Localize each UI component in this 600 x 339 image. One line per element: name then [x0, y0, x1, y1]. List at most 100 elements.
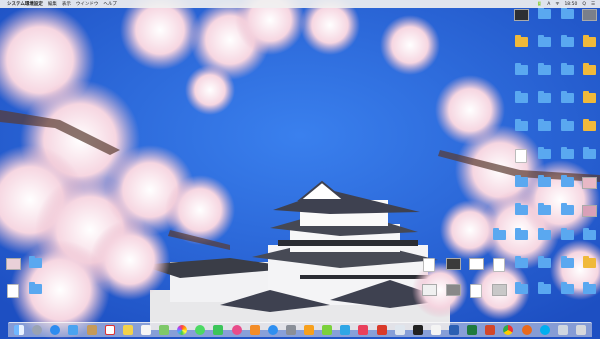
ibooks-icon[interactable]: [249, 325, 260, 335]
notification-center-icon[interactable]: ☰: [591, 2, 595, 7]
itunes-icon[interactable]: [231, 325, 242, 335]
desktop-item[interactable]: [490, 284, 508, 306]
chrome-icon[interactable]: [503, 325, 514, 335]
desktop-item[interactable]: [580, 177, 598, 199]
dreamweaver-icon[interactable]: [322, 325, 333, 335]
desktop-folder[interactable]: [580, 91, 598, 115]
desktop-document[interactable]: [4, 284, 22, 306]
trash-icon[interactable]: [575, 325, 586, 335]
desktop-folder[interactable]: [512, 203, 530, 227]
desktop-folder[interactable]: [535, 228, 553, 252]
desktop-item[interactable]: [4, 258, 22, 280]
maps-icon[interactable]: [159, 325, 170, 335]
contacts-icon[interactable]: [86, 325, 97, 335]
desktop-folder[interactable]: [512, 63, 530, 87]
app-store-icon[interactable]: [267, 325, 278, 335]
desktop-folder[interactable]: [535, 256, 553, 280]
desktop-item[interactable]: [467, 258, 485, 280]
desktop-folder[interactable]: [558, 63, 576, 87]
desktop-document[interactable]: [467, 284, 485, 306]
mail-icon[interactable]: [68, 325, 79, 335]
desktop-folder[interactable]: [512, 256, 530, 280]
desktop-folder[interactable]: [535, 119, 553, 143]
calendar-icon[interactable]: [104, 325, 115, 335]
facetime-icon[interactable]: [213, 325, 224, 335]
desktop-folder[interactable]: [558, 228, 576, 252]
battery-icon[interactable]: 🔋: [537, 2, 543, 7]
desktop-folder[interactable]: [580, 282, 598, 306]
desktop-folder[interactable]: [512, 91, 530, 115]
desktop-folder[interactable]: [26, 282, 44, 306]
desktop-folder[interactable]: [558, 7, 576, 31]
desktop-item[interactable]: [512, 9, 530, 31]
desktop-folder[interactable]: [535, 91, 553, 115]
desktop-document[interactable]: [512, 149, 530, 171]
desktop-folder[interactable]: [512, 282, 530, 306]
desktop-folder[interactable]: [580, 147, 598, 171]
desktop-folder[interactable]: [558, 91, 576, 115]
terminal-icon[interactable]: [412, 325, 423, 335]
desktop-folder[interactable]: [26, 256, 44, 280]
desktop-folder[interactable]: [490, 228, 508, 252]
desktop-folder[interactable]: [512, 228, 530, 252]
excel-icon[interactable]: [467, 325, 478, 335]
desktop-folder[interactable]: [535, 175, 553, 199]
desktop-item[interactable]: [444, 258, 462, 280]
desktop-folder[interactable]: [558, 175, 576, 199]
desktop-folder[interactable]: [558, 256, 576, 280]
reminders-icon[interactable]: [140, 325, 151, 335]
desktop-folder[interactable]: [558, 203, 576, 227]
desktop-folder[interactable]: [558, 147, 576, 171]
menu-window[interactable]: ウインドウ: [76, 1, 99, 7]
indesign-icon[interactable]: [358, 325, 369, 335]
safari-icon[interactable]: [50, 325, 61, 335]
desktop-folder[interactable]: [535, 63, 553, 87]
desktop-folder[interactable]: [535, 203, 553, 227]
preview-icon[interactable]: [394, 325, 405, 335]
launchpad-icon[interactable]: [32, 325, 43, 335]
desktop-folder[interactable]: [512, 119, 530, 143]
desktop-folder[interactable]: [558, 282, 576, 306]
desktop-folder[interactable]: [512, 175, 530, 199]
messages-icon[interactable]: [195, 325, 206, 335]
desktop-item[interactable]: [580, 205, 598, 227]
photoshop-icon[interactable]: [340, 325, 351, 335]
desktop-folder[interactable]: [512, 35, 530, 59]
system-preferences-icon[interactable]: [285, 325, 296, 335]
menu-app-name[interactable]: システム環境設定: [7, 1, 43, 7]
desktop-folder[interactable]: [580, 256, 598, 280]
spotlight-icon[interactable]: Q: [582, 2, 586, 7]
skype-icon[interactable]: [539, 325, 550, 335]
notes-icon[interactable]: [122, 325, 133, 335]
desktop-folder[interactable]: [558, 35, 576, 59]
word-icon[interactable]: [449, 325, 460, 335]
illustrator-icon[interactable]: [304, 325, 315, 335]
desktop-folder[interactable]: [580, 63, 598, 87]
desktop-folder[interactable]: [535, 7, 553, 31]
desktop-document[interactable]: [490, 258, 508, 280]
desktop-item[interactable]: [580, 9, 598, 31]
desktop-folder[interactable]: [535, 35, 553, 59]
menu-edit[interactable]: 編集: [48, 1, 57, 7]
textedit-icon[interactable]: [430, 325, 441, 335]
desktop-item[interactable]: [444, 284, 462, 306]
acrobat-icon[interactable]: [376, 325, 387, 335]
powerpoint-icon[interactable]: [485, 325, 496, 335]
finder-icon[interactable]: [14, 325, 25, 335]
wifi-icon[interactable]: ᯤ: [555, 1, 559, 7]
desktop-folder[interactable]: [535, 282, 553, 306]
desktop-folder[interactable]: [580, 228, 598, 252]
clock[interactable]: 18:50: [564, 2, 577, 7]
menu-help[interactable]: ヘルプ: [103, 1, 117, 7]
desktop-folder[interactable]: [558, 119, 576, 143]
desktop-folder[interactable]: [535, 147, 553, 171]
desktop-item[interactable]: [420, 284, 438, 306]
photos-icon[interactable]: [177, 325, 188, 335]
desktop-folder[interactable]: [580, 35, 598, 59]
input-source-icon[interactable]: A: [547, 2, 550, 7]
desktop-folder[interactable]: [580, 119, 598, 143]
desktop-document[interactable]: [420, 258, 438, 280]
firefox-icon[interactable]: [521, 325, 532, 335]
downloads-stack-icon[interactable]: [557, 325, 568, 335]
menu-view[interactable]: 表示: [62, 1, 71, 7]
